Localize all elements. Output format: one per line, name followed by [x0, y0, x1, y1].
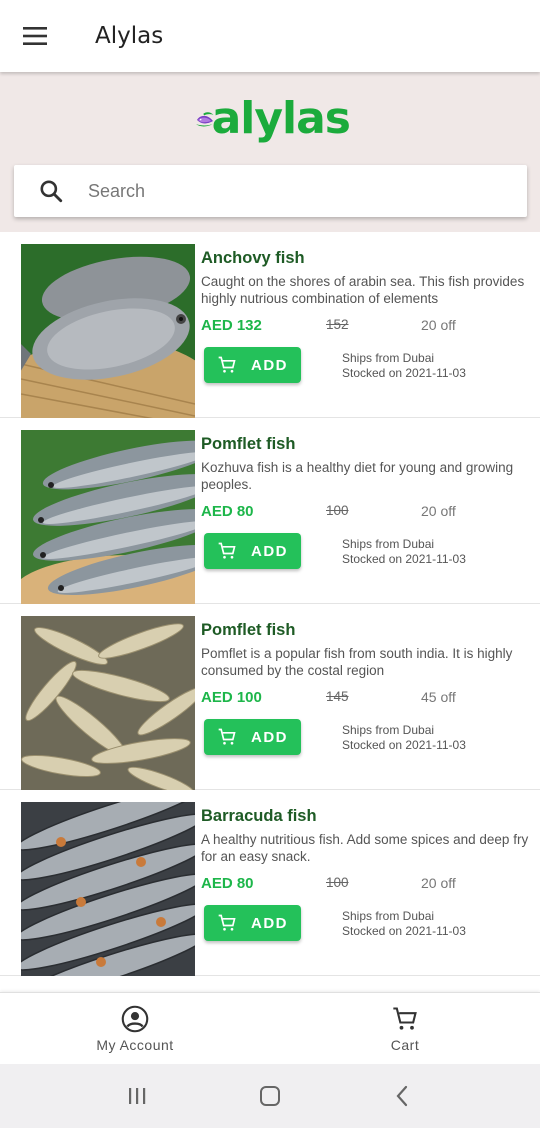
add-button-label: ADD — [251, 356, 288, 374]
product-price: AED 80 — [201, 875, 254, 892]
add-button-label: ADD — [251, 728, 288, 746]
stocked-on: Stocked on 2021-11-03 — [342, 552, 466, 566]
back-icon[interactable] — [383, 1076, 423, 1116]
product-image[interactable] — [21, 802, 195, 976]
search-bar[interactable] — [14, 165, 527, 217]
shipping-info: Ships from Dubai Stocked on 2021-11-03 — [342, 537, 466, 567]
recents-icon[interactable] — [117, 1076, 157, 1116]
system-navigation-bar — [0, 1064, 540, 1128]
product-original-price: 145 — [326, 689, 349, 704]
bottom-navigation: My Account Cart — [0, 992, 540, 1064]
app-title: Alylas — [95, 23, 164, 49]
cart-icon — [218, 914, 236, 931]
product-card[interactable]: Barracuda fish A healthy nutritious fish… — [0, 790, 540, 976]
add-to-cart-button[interactable]: ADD — [204, 905, 301, 941]
product-image[interactable] — [21, 244, 195, 418]
home-icon[interactable] — [250, 1076, 290, 1116]
product-list: Anchovy fish Caught on the shores of ara… — [0, 232, 540, 992]
product-name: Pomflet fish — [201, 621, 296, 639]
logo-wordmark: alylas — [211, 93, 351, 144]
product-name: Anchovy fish — [201, 249, 305, 267]
product-name: Barracuda fish — [201, 807, 317, 825]
header-banner: alylas — [0, 72, 540, 232]
product-price: AED 100 — [201, 689, 262, 706]
cart-icon — [218, 728, 236, 745]
product-image[interactable] — [21, 430, 195, 604]
account-circle-icon — [121, 1005, 149, 1032]
product-discount: 20 off — [421, 875, 456, 891]
ships-from: Ships from Dubai — [342, 909, 435, 923]
product-price: AED 80 — [201, 503, 254, 520]
add-to-cart-button[interactable]: ADD — [204, 719, 301, 755]
product-original-price: 100 — [326, 503, 349, 518]
product-description: Pomflet is a popular fish from south ind… — [201, 646, 513, 678]
add-to-cart-button[interactable]: ADD — [204, 347, 301, 383]
product-discount: 45 off — [421, 689, 456, 705]
brand-logo: alylas — [195, 93, 351, 144]
product-description: A healthy nutritious fish. Add some spic… — [201, 832, 529, 864]
shipping-info: Ships from Dubai Stocked on 2021-11-03 — [342, 909, 466, 939]
ships-from: Ships from Dubai — [342, 537, 435, 551]
menu-icon[interactable] — [0, 0, 72, 72]
product-description: Kozhuva fish is a healthy diet for young… — [201, 460, 514, 492]
stocked-on: Stocked on 2021-11-03 — [342, 738, 466, 752]
nav-label: My Account — [96, 1036, 174, 1053]
nav-cart[interactable]: Cart — [270, 993, 540, 1064]
ships-from: Ships from Dubai — [342, 351, 435, 365]
shipping-info: Ships from Dubai Stocked on 2021-11-03 — [342, 351, 466, 381]
product-price: AED 132 — [201, 317, 262, 334]
product-image[interactable] — [21, 616, 195, 790]
add-to-cart-button[interactable]: ADD — [204, 533, 301, 569]
ships-from: Ships from Dubai — [342, 723, 435, 737]
product-name: Pomflet fish — [201, 435, 296, 453]
product-card[interactable]: Pomflet fish Pomflet is a popular fish f… — [0, 604, 540, 790]
product-discount: 20 off — [421, 503, 456, 519]
stocked-on: Stocked on 2021-11-03 — [342, 366, 466, 380]
app-bar: Alylas — [0, 0, 540, 72]
product-card[interactable]: Anchovy fish Caught on the shores of ara… — [0, 232, 540, 418]
nav-my-account[interactable]: My Account — [0, 993, 270, 1064]
search-icon — [36, 176, 66, 206]
add-button-label: ADD — [251, 914, 288, 932]
nav-label: Cart — [390, 1036, 420, 1053]
cart-icon — [393, 1006, 417, 1030]
cart-icon — [218, 542, 236, 559]
search-input[interactable] — [88, 180, 468, 202]
cart-icon — [218, 356, 236, 373]
product-discount: 20 off — [421, 317, 456, 333]
stocked-on: Stocked on 2021-11-03 — [342, 924, 466, 938]
product-original-price: 152 — [326, 317, 349, 332]
product-original-price: 100 — [326, 875, 349, 890]
product-description: Caught on the shores of arabin sea. This… — [201, 274, 525, 306]
add-button-label: ADD — [251, 542, 288, 560]
shipping-info: Ships from Dubai Stocked on 2021-11-03 — [342, 723, 466, 753]
product-card[interactable]: Pomflet fish Kozhuva fish is a healthy d… — [0, 418, 540, 604]
